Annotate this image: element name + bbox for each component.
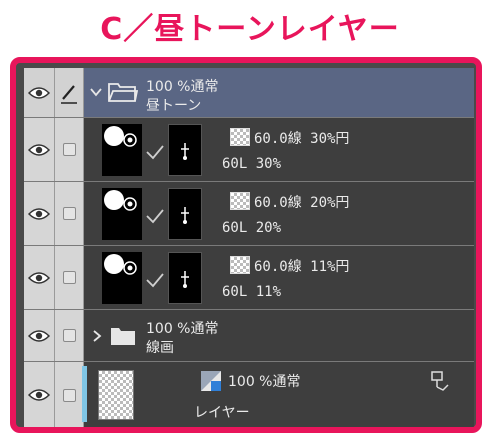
layer-name: 60L 20% — [222, 220, 282, 236]
mask-thumbnail — [168, 188, 202, 240]
layer-thumbnail — [102, 188, 142, 240]
pencil-icon — [61, 84, 77, 104]
folder-blend-mode: 100 %通常 — [146, 79, 219, 95]
eye-icon — [28, 329, 50, 342]
layer-panel: 100 %通常 昼トーン 60.0線 30%円 60L 30% 60.0線 20… — [10, 57, 482, 433]
raster-layer-row[interactable]: 100 %通常 レイヤー — [24, 362, 474, 427]
checkmark-icon — [146, 273, 164, 288]
checkmark-icon — [146, 209, 164, 224]
visibility-toggle[interactable] — [24, 68, 55, 117]
layer-thumbnail — [102, 252, 142, 304]
visibility-toggle[interactable] — [24, 182, 55, 245]
lock-toggle[interactable] — [55, 118, 84, 181]
lock-checkbox — [62, 207, 76, 220]
page-title: C／昼トーンレイヤー — [100, 12, 400, 47]
tone-setting: 60.0線 20%円 — [254, 195, 350, 211]
visibility-toggle[interactable] — [24, 118, 55, 181]
visibility-toggle[interactable] — [24, 310, 55, 361]
folder-row-lineart[interactable]: 100 %通常 線画 — [24, 310, 474, 362]
chevron-right-icon[interactable] — [92, 330, 102, 342]
checkmark-icon — [146, 145, 164, 160]
eye-icon — [28, 271, 50, 284]
lock-checkbox — [62, 329, 76, 342]
mask-thumbnail — [168, 252, 202, 304]
tone-layer-row[interactable]: 60.0線 20%円 60L 20% — [24, 182, 474, 246]
folder-blend-mode: 100 %通常 — [146, 321, 219, 337]
layer-color-bar — [82, 366, 87, 422]
lock-checkbox — [62, 271, 76, 284]
tone-icon — [230, 192, 250, 210]
eye-icon — [28, 389, 50, 401]
reference-layer-icon[interactable] — [428, 370, 450, 392]
lock-checkbox — [62, 388, 76, 402]
lock-toggle[interactable] — [55, 310, 84, 361]
eye-icon — [28, 86, 50, 99]
folder-name: 線画 — [146, 340, 174, 356]
layer-name: 60L 30% — [222, 156, 282, 172]
tone-icon — [230, 128, 250, 146]
visibility-toggle[interactable] — [24, 362, 55, 427]
layer-blend-mode: 100 %通常 — [228, 374, 301, 390]
tone-layer-row[interactable]: 60.0線 30%円 60L 30% — [24, 118, 474, 182]
eye-icon — [28, 143, 50, 156]
folder-icon — [111, 328, 135, 345]
lock-toggle[interactable] — [55, 246, 84, 309]
eye-icon — [28, 207, 50, 220]
tone-layer-row[interactable]: 60.0線 11%円 60L 11% — [24, 246, 474, 310]
layer-thumbnail — [102, 124, 142, 176]
tone-setting: 60.0線 11%円 — [254, 259, 350, 275]
lock-toggle[interactable] — [55, 362, 84, 427]
raster-layer-icon — [201, 371, 221, 391]
layer-name: レイヤー — [194, 405, 250, 421]
folder-name: 昼トーン — [146, 98, 202, 114]
layer-name: 60L 11% — [222, 284, 282, 300]
folder-row-hiru-tone[interactable]: 100 %通常 昼トーン — [24, 68, 474, 118]
draft-toggle[interactable] — [55, 68, 84, 117]
tone-icon — [230, 256, 250, 274]
layer-thumbnail — [98, 370, 134, 420]
layer-list: 100 %通常 昼トーン 60.0線 30%円 60L 30% 60.0線 20… — [24, 68, 474, 427]
mask-thumbnail — [168, 124, 202, 176]
folder-open-icon — [108, 83, 138, 102]
lock-toggle[interactable] — [55, 182, 84, 245]
visibility-toggle[interactable] — [24, 246, 55, 309]
lock-checkbox — [62, 143, 76, 156]
tone-setting: 60.0線 30%円 — [254, 131, 350, 147]
chevron-down-icon[interactable] — [90, 87, 102, 97]
